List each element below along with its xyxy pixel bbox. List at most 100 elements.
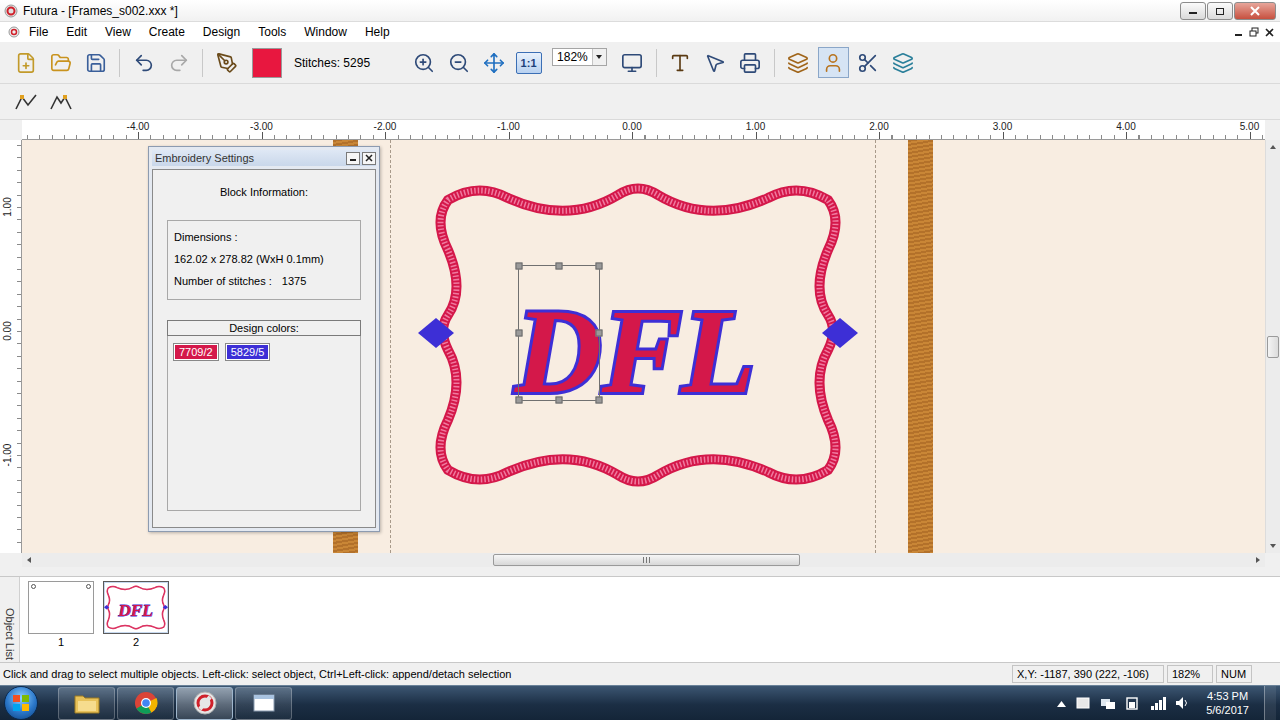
close-button[interactable]: [1234, 2, 1276, 20]
dropdown-arrow-icon: [596, 55, 602, 59]
menu-item[interactable]: View: [96, 23, 140, 41]
doc-close-icon[interactable]: [1265, 28, 1274, 37]
menu-item[interactable]: Design: [194, 23, 249, 41]
sort-button[interactable]: [888, 47, 919, 78]
action-center-icon[interactable]: [1075, 696, 1091, 710]
menu-item[interactable]: Tools: [249, 23, 295, 41]
object-thumbnail[interactable]: DFL: [103, 581, 169, 634]
display-button[interactable]: [617, 47, 648, 78]
thread-color-chip[interactable]: 5829/5: [226, 344, 270, 360]
select-tool-button[interactable]: [700, 47, 731, 78]
scroll-left-button[interactable]: [22, 553, 36, 567]
start-button[interactable]: [4, 686, 38, 720]
embroidery-settings-panel[interactable]: Embroidery Settings Block Information:Dim…: [148, 146, 380, 532]
network-icon[interactable]: [1100, 696, 1116, 710]
text-tool-button[interactable]: [665, 47, 696, 78]
object-list-tab[interactable]: Object List: [0, 577, 20, 662]
zoom-in-button[interactable]: [408, 47, 439, 78]
vertical-scrollbar[interactable]: [1265, 140, 1280, 553]
taskbar: 4:53 PM5/6/2017: [0, 685, 1280, 720]
taskbar-app[interactable]: [235, 687, 292, 720]
svg-text:DFL: DFL: [117, 600, 153, 620]
machine-button[interactable]: [735, 47, 766, 78]
outline-tool-button[interactable]: [10, 86, 41, 117]
zoom-combo[interactable]: 182%: [552, 48, 607, 66]
fit-button[interactable]: [478, 47, 509, 78]
show-desktop-button[interactable]: [1264, 686, 1276, 720]
battery-icon[interactable]: [1125, 696, 1141, 710]
new-button[interactable]: [10, 47, 41, 78]
object-number: 1: [58, 636, 64, 648]
menu-item[interactable]: Window: [295, 23, 356, 41]
restore-button[interactable]: [1207, 2, 1233, 20]
resize-handle[interactable]: [556, 263, 563, 270]
menu-item[interactable]: Edit: [57, 23, 96, 41]
thread-color-swatch[interactable]: [252, 48, 282, 78]
thread-color-chip[interactable]: 7709/2: [174, 344, 218, 360]
resize-handle[interactable]: [516, 397, 523, 404]
object-item[interactable]: 1: [28, 581, 94, 658]
show-hidden-icons-icon[interactable]: [1057, 700, 1066, 707]
open-button[interactable]: [45, 47, 76, 78]
clock[interactable]: 4:53 PM5/6/2017: [1200, 689, 1255, 717]
stitch-tool-button[interactable]: [211, 47, 242, 78]
panel-minimize-button[interactable]: [346, 152, 360, 165]
window-controls: [1180, 2, 1276, 20]
ruler-label: 1.00: [2, 197, 13, 216]
hoop-edge: [908, 140, 933, 553]
doc-restore-icon[interactable]: [1249, 27, 1259, 37]
minimize-button[interactable]: [1180, 2, 1206, 20]
design-canvas[interactable]: DFL Embroidery Settings Block Information:…: [22, 140, 1265, 553]
actual-size-button[interactable]: 1:1: [513, 47, 544, 78]
scroll-thumb[interactable]: [1267, 336, 1279, 358]
monitor-icon: [621, 52, 643, 74]
resize-handle[interactable]: [516, 330, 523, 337]
scroll-thumb[interactable]: [493, 554, 800, 566]
title-bar: Futura - [Frames_s002.xxx *]: [0, 0, 1280, 22]
trim-button[interactable]: [853, 47, 884, 78]
taskbar-app[interactable]: [58, 687, 115, 720]
embroidery-design[interactable]: DFL: [418, 180, 858, 490]
resize-handle[interactable]: [516, 263, 523, 270]
object-thumbnail[interactable]: [28, 581, 94, 634]
panel-close-button[interactable]: [362, 152, 376, 165]
object-item[interactable]: DFL2: [103, 581, 169, 658]
undo-button[interactable]: [128, 47, 159, 78]
scroll-down-button[interactable]: [1266, 539, 1280, 553]
clock-time: 4:53 PM: [1207, 689, 1248, 703]
menu-item[interactable]: Help: [356, 23, 399, 41]
taskbar-app[interactable]: [117, 687, 174, 720]
signal-icon[interactable]: [1150, 696, 1166, 710]
ruler-label: 5.00: [1240, 121, 1259, 132]
status-bar: Click and drag to select multiple object…: [0, 663, 1280, 685]
design-colors-header: Design colors:: [167, 320, 361, 336]
fill-tool-button[interactable]: [45, 86, 76, 117]
horizontal-scrollbar[interactable]: [22, 553, 1265, 567]
volume-icon[interactable]: [1175, 696, 1191, 710]
panel-body: Block Information:Dimensions :162.02 x 2…: [152, 169, 376, 528]
resize-handle[interactable]: [596, 263, 603, 270]
panel-title: Embroidery Settings: [155, 150, 344, 166]
resize-handle[interactable]: [596, 330, 603, 337]
status-zoom: 182%: [1167, 665, 1213, 683]
menu-item[interactable]: Create: [140, 23, 194, 41]
document-controls: [1234, 27, 1274, 37]
zoom-dropdown-button[interactable]: [592, 49, 606, 65]
close-icon: [1250, 6, 1260, 16]
taskbar-app[interactable]: [176, 687, 233, 720]
scroll-up-button[interactable]: [1266, 140, 1280, 154]
panel-title-bar[interactable]: Embroidery Settings: [152, 150, 376, 166]
selection-box[interactable]: [518, 265, 600, 401]
photo-stitch-button[interactable]: [818, 47, 849, 78]
resize-handle[interactable]: [596, 397, 603, 404]
status-coordinates: X,Y: -1187, 390 (222, -106): [1012, 665, 1164, 683]
doc-minimize-icon[interactable]: [1234, 28, 1243, 37]
zoom-out-button[interactable]: [443, 47, 474, 78]
splitter[interactable]: [0, 567, 1280, 577]
hoop-button[interactable]: [783, 47, 814, 78]
save-button[interactable]: [80, 47, 111, 78]
scroll-right-button[interactable]: [1251, 553, 1265, 567]
menu-item[interactable]: File: [20, 23, 57, 41]
redo-button[interactable]: [163, 47, 194, 78]
resize-handle[interactable]: [556, 397, 563, 404]
